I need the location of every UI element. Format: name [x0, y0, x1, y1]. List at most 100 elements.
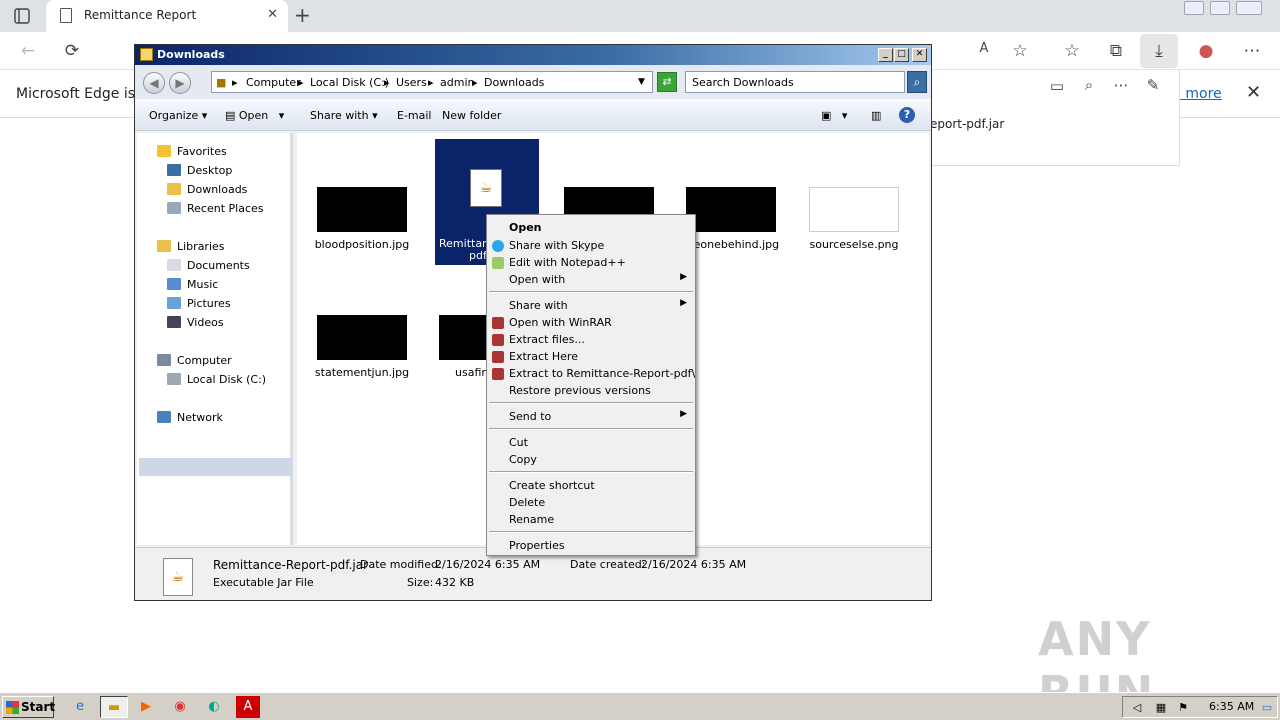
documents-icon — [167, 259, 181, 271]
menu-restore-versions[interactable]: Restore previous versions — [487, 382, 695, 399]
minimize-button[interactable] — [1184, 1, 1204, 15]
menu-cut[interactable]: Cut — [487, 434, 695, 451]
menu-open[interactable]: Open — [487, 219, 695, 236]
close-window-button[interactable] — [1236, 1, 1262, 15]
nav-local-disk[interactable]: Local Disk (C:) — [167, 373, 266, 386]
browser-tab[interactable]: Remittance Report ✕ — [46, 0, 288, 32]
videos-icon — [167, 316, 181, 328]
menu-extract-files[interactable]: Extract files... — [487, 331, 695, 348]
nav-documents[interactable]: Documents — [167, 259, 250, 272]
back-icon[interactable]: ← — [16, 41, 40, 61]
minimize-button[interactable]: _ — [878, 48, 893, 62]
forward-button[interactable]: ▶ — [169, 72, 191, 94]
file-item[interactable]: sourceselse.png — [804, 187, 904, 251]
maximize-button[interactable]: □ — [894, 48, 909, 62]
nav-desktop[interactable]: Desktop — [167, 164, 232, 177]
edge-icon[interactable]: ◐ — [202, 696, 226, 718]
open-folder-icon[interactable]: ▭ — [1045, 77, 1069, 95]
menu-share-with[interactable]: Share with ▶ — [487, 297, 695, 314]
flag-icon[interactable]: ⚑ — [1171, 697, 1195, 719]
chrome-icon[interactable]: ◉ — [168, 696, 192, 718]
email-button[interactable]: E-mail — [397, 109, 432, 122]
breadcrumb-users[interactable]: Users — [396, 76, 427, 89]
menu-properties[interactable]: Properties — [487, 537, 695, 554]
more-menu-icon[interactable]: ⋯ — [1240, 41, 1264, 61]
acrobat-icon[interactable]: A — [236, 696, 260, 718]
tab-close-icon[interactable]: ✕ — [267, 7, 278, 22]
breadcrumb-computer[interactable]: Computer — [246, 76, 301, 89]
menu-copy[interactable]: Copy — [487, 451, 695, 468]
file-item[interactable]: bloodposition.jpg — [312, 187, 412, 251]
refresh-icon[interactable]: ⇄ — [657, 72, 677, 92]
menu-rename[interactable]: Rename — [487, 511, 695, 528]
nav-pictures[interactable]: Pictures — [167, 297, 231, 310]
collections-icon[interactable]: ⧉ — [1104, 41, 1128, 61]
start-button[interactable]: Start — [2, 696, 55, 718]
tab-actions-icon[interactable] — [10, 6, 34, 26]
nav-favorites[interactable]: Favorites — [157, 145, 227, 158]
open-button[interactable]: ▤ Open ▾ — [225, 109, 284, 122]
downloads-more-icon[interactable]: ⋯ — [1109, 76, 1133, 94]
menu-extract-here[interactable]: Extract Here — [487, 348, 695, 365]
breadcrumb-local-disk[interactable]: Local Disk (C:) — [310, 76, 389, 89]
nav-network[interactable]: Network — [157, 411, 223, 424]
pin-icon[interactable]: ✎ — [1141, 76, 1165, 94]
maximize-button[interactable] — [1210, 1, 1230, 15]
network-tray-icon[interactable]: ▦ — [1149, 697, 1173, 719]
show-desktop-icon[interactable]: ▭ — [1255, 697, 1279, 719]
breadcrumb-admin[interactable]: admin — [440, 76, 474, 89]
menu-open-winrar[interactable]: Open with WinRAR — [487, 314, 695, 331]
detail-created-label: Date created: — [570, 558, 646, 571]
search-input[interactable]: Search Downloads — [685, 71, 905, 93]
address-bar[interactable]: ■ ▸ Computer ▸ Local Disk (C:) ▸ Users ▸… — [211, 71, 653, 93]
menu-open-with[interactable]: Open with ▶ — [487, 271, 695, 288]
view-options-icon[interactable]: ▣ ▾ — [821, 109, 847, 122]
ie-icon[interactable]: e — [68, 696, 92, 718]
menu-delete[interactable]: Delete — [487, 494, 695, 511]
menu-separator — [489, 531, 693, 533]
menu-edit-notepadpp[interactable]: Edit with Notepad++ — [487, 254, 695, 271]
nav-downloads[interactable]: Downloads — [167, 183, 247, 196]
preview-pane-icon[interactable]: ▥ — [871, 109, 881, 122]
jar-file-icon: ☕ — [470, 169, 502, 207]
nav-libraries[interactable]: Libraries — [157, 240, 225, 253]
close-button[interactable]: ✕ — [912, 48, 927, 62]
refresh-icon[interactable]: ⟳ — [60, 41, 84, 61]
infobar-close-icon[interactable]: ✕ — [1246, 82, 1261, 103]
breadcrumb-downloads[interactable]: Downloads — [484, 76, 544, 89]
search-placeholder: Search Downloads — [692, 76, 794, 89]
explorer-taskbar-icon[interactable]: ▬ — [100, 696, 128, 718]
add-favorite-icon[interactable]: ☆ — [1008, 41, 1032, 61]
file-item[interactable]: meonebehind.jpg — [681, 187, 781, 251]
search-icon[interactable]: ⌕ — [907, 71, 927, 93]
new-folder-button[interactable]: New folder — [442, 109, 501, 122]
nav-recent-places[interactable]: Recent Places — [167, 202, 264, 215]
download-filename[interactable]: eport-pdf.jar — [930, 117, 1004, 131]
search-downloads-icon[interactable]: ⌕ — [1077, 76, 1101, 94]
nav-computer[interactable]: Computer — [157, 354, 232, 367]
menu-share-skype[interactable]: Share with Skype — [487, 237, 695, 254]
read-aloud-icon[interactable]: A — [972, 41, 996, 56]
favorites-icon[interactable]: ☆ — [1060, 41, 1084, 61]
share-with-button[interactable]: Share with ▾ — [310, 109, 378, 122]
nav-videos[interactable]: Videos — [167, 316, 224, 329]
menu-extract-to[interactable]: Extract to Remittance-Report-pdf\ — [487, 365, 695, 382]
address-dropdown-icon[interactable]: ▼ — [638, 77, 645, 87]
new-tab-button[interactable]: + — [294, 3, 311, 27]
explorer-titlebar[interactable]: Downloads _ □ ✕ — [135, 45, 931, 65]
file-item[interactable]: statementjun.jpg — [312, 315, 412, 379]
profile-avatar-icon[interactable]: ● — [1194, 41, 1218, 61]
windows-logo-icon — [6, 701, 19, 714]
media-player-icon[interactable]: ▶ — [134, 696, 158, 718]
help-icon[interactable]: ? — [899, 107, 915, 123]
thumbnail — [809, 187, 899, 232]
command-bar: Organize ▾ ▤ Open ▾ Share with ▾ E-mail … — [135, 99, 931, 131]
menu-send-to[interactable]: Send to ▶ — [487, 408, 695, 425]
back-button[interactable]: ◀ — [143, 72, 165, 94]
volume-icon[interactable]: ◁ — [1125, 697, 1149, 719]
nav-music[interactable]: Music — [167, 278, 218, 291]
menu-create-shortcut[interactable]: Create shortcut — [487, 477, 695, 494]
organize-button[interactable]: Organize ▾ — [149, 109, 207, 122]
downloads-folder-icon — [167, 183, 181, 195]
detail-modified-value: 2/16/2024 6:35 AM — [435, 558, 541, 571]
